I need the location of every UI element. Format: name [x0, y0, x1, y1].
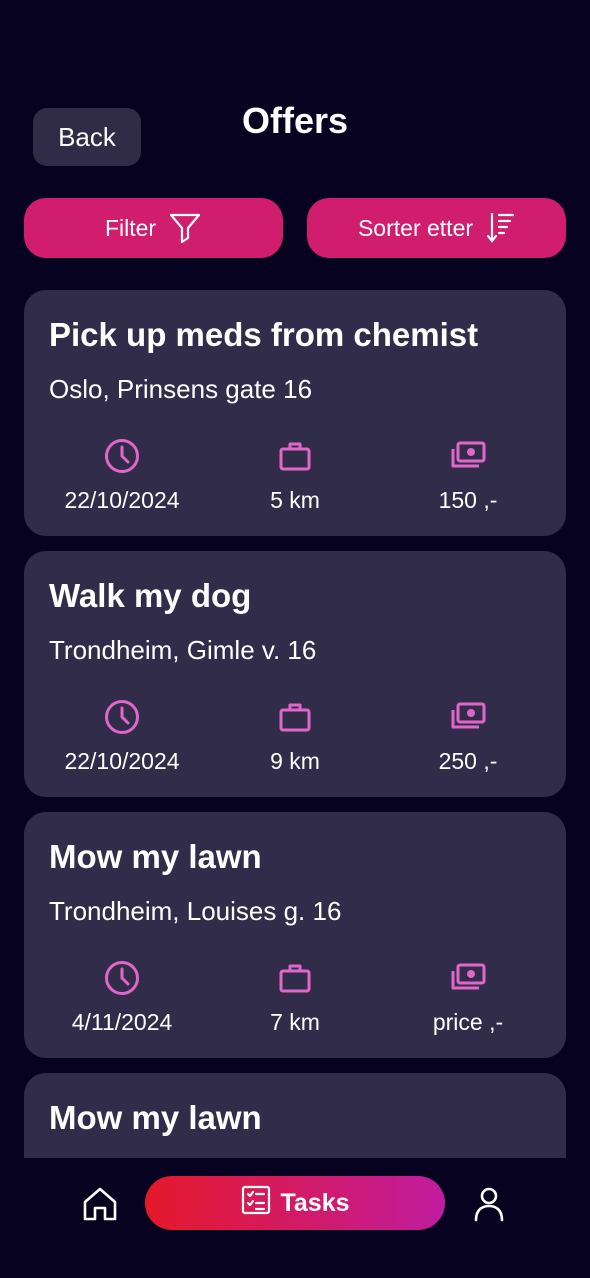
offer-title: Mow my lawn	[49, 1099, 262, 1136]
offer-address: Oslo, Prinsens gate 16	[49, 374, 313, 404]
filter-label: Filter	[104, 214, 157, 241]
offer-distance-value: 9 km	[270, 748, 320, 774]
offer-card[interactable]: Mow my lawn Trondheim, Louises g. 16 4/1…	[24, 812, 566, 1058]
offer-date: 4/11/2024	[37, 958, 207, 1036]
offer-distance: 9 km	[210, 697, 380, 775]
filter-icon	[168, 211, 202, 245]
offer-date: 22/10/2024	[37, 697, 207, 775]
profile-icon[interactable]	[469, 1184, 509, 1224]
sort-button[interactable]: Sorter etter	[307, 198, 566, 258]
offer-title: Mow my lawn	[49, 838, 262, 875]
offer-distance: 5 km	[210, 436, 380, 514]
sort-label: Sorter etter	[357, 214, 474, 241]
briefcase-icon	[278, 436, 312, 476]
offer-card[interactable]: Mow my lawn	[24, 1073, 566, 1158]
offer-price-value: price ,-	[432, 1009, 504, 1035]
briefcase-icon	[278, 697, 312, 737]
offer-price: 150 ,-	[383, 436, 553, 514]
offer-title: Walk my dog	[49, 577, 252, 614]
money-icon	[449, 436, 487, 476]
sort-descending-icon	[485, 211, 515, 245]
offer-date: 22/10/2024	[37, 436, 207, 514]
tasks-label: Tasks	[280, 1188, 350, 1217]
filter-button[interactable]: Filter	[24, 198, 283, 258]
offer-list[interactable]: Pick up meds from chemist Oslo, Prinsens…	[24, 290, 566, 1158]
checklist-icon	[240, 1184, 272, 1223]
offer-price-value: 250 ,-	[438, 748, 498, 774]
offer-date-value: 22/10/2024	[64, 487, 180, 513]
offer-price: price ,-	[383, 958, 553, 1036]
offer-distance-value: 5 km	[270, 487, 320, 513]
offer-price-value: 150 ,-	[438, 487, 498, 513]
money-icon	[449, 697, 487, 737]
offer-title: Pick up meds from chemist	[49, 316, 479, 353]
offer-price: 250 ,-	[383, 697, 553, 775]
offer-date-value: 4/11/2024	[71, 1009, 173, 1035]
money-icon	[449, 958, 487, 998]
bottom-navigation: Tasks	[0, 1158, 590, 1278]
offer-address: Trondheim, Louises g. 16	[49, 896, 342, 926]
offer-address: Trondheim, Gimle v. 16	[49, 635, 317, 665]
offers-screen: Back Offers Filter Sorter etter Pick up …	[0, 0, 590, 1278]
clock-icon	[103, 436, 141, 476]
offer-distance-value: 7 km	[270, 1009, 320, 1035]
offer-distance: 7 km	[210, 958, 380, 1036]
page-title: Offers	[241, 100, 349, 141]
clock-icon	[103, 958, 141, 998]
offer-date-value: 22/10/2024	[64, 748, 180, 774]
clock-icon	[103, 697, 141, 737]
home-icon[interactable]	[80, 1184, 120, 1224]
offer-card[interactable]: Pick up meds from chemist Oslo, Prinsens…	[24, 290, 566, 536]
briefcase-icon	[278, 958, 312, 998]
offer-card[interactable]: Walk my dog Trondheim, Gimle v. 16 22/10…	[24, 551, 566, 797]
tasks-tab[interactable]: Tasks	[145, 1176, 445, 1230]
